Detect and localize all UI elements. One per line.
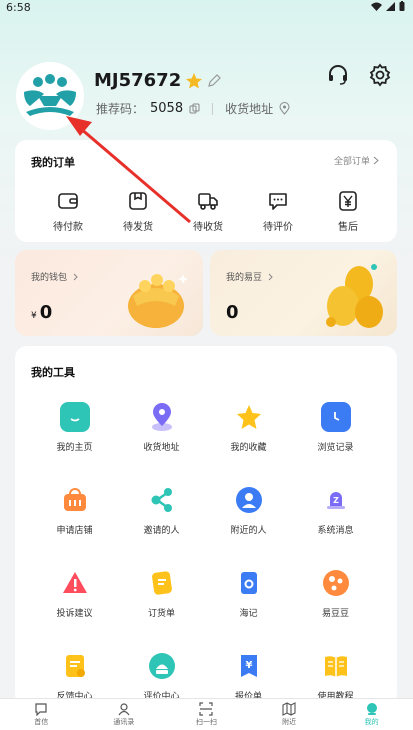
contacts-icon <box>118 703 130 716</box>
username: MJ57672 <box>94 70 182 91</box>
order-pending-payment[interactable]: 待付款 <box>33 190 103 233</box>
home-icon <box>59 402 90 432</box>
address-link[interactable]: 收货地址 <box>225 100 273 117</box>
tool-address[interactable]: 收货地址 <box>118 402 205 453</box>
referral-row: 推荐码： 5058 收货地址 <box>96 100 290 117</box>
tool-apply-shop[interactable]: 申请店铺 <box>31 485 118 536</box>
referral-code: 5058 <box>150 101 184 116</box>
share-icon <box>147 485 177 515</box>
star-icon <box>234 402 264 432</box>
customer-service-icon[interactable] <box>325 62 351 88</box>
warning-icon <box>60 568 90 598</box>
yen-icon <box>339 191 357 211</box>
scan-icon <box>199 702 214 716</box>
beans-card[interactable]: 我的易豆 0 <box>210 250 397 336</box>
me-icon <box>366 703 377 715</box>
tab-contacts[interactable]: 通讯录 <box>83 699 166 730</box>
tab-nearby[interactable]: 附近 <box>248 699 331 730</box>
comment-icon <box>269 193 287 210</box>
orders-title: 我的订单 <box>31 156 75 169</box>
review-icon <box>147 651 177 681</box>
order-label: 待发货 <box>123 222 153 233</box>
tool-invited[interactable]: 邀请的人 <box>118 485 205 536</box>
person-icon <box>234 485 264 515</box>
order-label: 待付款 <box>53 222 83 233</box>
tool-reviews[interactable]: 评价中心 <box>118 651 205 702</box>
tool-system-messages[interactable]: Z 系统消息 <box>292 485 379 536</box>
book-icon <box>321 651 351 681</box>
feedback-icon <box>60 651 90 681</box>
tab-messages[interactable]: 首信 <box>0 699 83 730</box>
order-label: 待评价 <box>263 222 293 233</box>
golden-beans-icon <box>326 264 383 328</box>
shop-icon <box>60 485 90 515</box>
wallet-card[interactable]: 我的钱包 ¥0 <box>15 250 203 336</box>
wallet-title: 我的钱包 <box>31 273 68 283</box>
tool-nearby[interactable]: 附近的人 <box>205 485 292 536</box>
tool-history[interactable]: 浏览记录 <box>292 402 379 453</box>
beans-title: 我的易豆 <box>226 273 263 283</box>
chevron-right-icon <box>373 156 379 165</box>
tool-yidoudou[interactable]: 易豆豆 <box>292 568 379 619</box>
edit-icon[interactable] <box>207 73 222 88</box>
tool-home[interactable]: 我的主页 <box>31 402 118 453</box>
tool-favorites[interactable]: 我的收藏 <box>205 402 292 453</box>
order-label: 待收货 <box>193 222 223 233</box>
settings-gear-icon[interactable] <box>367 62 393 88</box>
copy-icon[interactable] <box>189 103 200 114</box>
chevron-right-icon <box>268 273 273 280</box>
wallet-icon <box>58 193 78 209</box>
beans-amount: 0 <box>226 302 239 323</box>
status-bar: 6:58 <box>0 0 413 18</box>
order-after-sales[interactable]: 售后 <box>313 190 383 233</box>
location-icon <box>147 402 177 432</box>
quote-icon: ¥ <box>234 651 264 681</box>
tool-complaints[interactable]: 投诉建议 <box>31 568 118 619</box>
map-icon <box>282 702 296 716</box>
username-row: MJ57672 <box>94 70 222 91</box>
order-icon <box>147 568 177 598</box>
chat-icon <box>35 703 47 716</box>
tools-title: 我的工具 <box>31 366 75 379</box>
wallet-amount: ¥0 <box>31 302 53 323</box>
signal-icon <box>386 1 395 11</box>
avatar[interactable] <box>16 62 84 130</box>
tool-tutorial[interactable]: 使用教程 <box>292 651 379 702</box>
order-pending-review[interactable]: 待评价 <box>243 190 313 233</box>
orders-card: 我的订单 全部订单 待付款 待发货 待收货 待评价 售后 <box>15 140 397 242</box>
chevron-right-icon <box>73 273 78 280</box>
tool-notes[interactable]: 海记 <box>205 568 292 619</box>
svg-text:Z: Z <box>333 496 339 505</box>
tab-me[interactable]: 我的 <box>330 699 413 730</box>
package-icon <box>129 192 147 210</box>
tool-quotes[interactable]: ¥ 报价单 <box>205 651 292 702</box>
truck-icon <box>198 193 218 210</box>
clock-icon <box>320 402 351 432</box>
tools-card: 我的工具 我的主页 收货地址 我的收藏 浏览记录 申请店铺 邀请的人 附近的人 <box>15 346 397 706</box>
battery-icon <box>399 1 405 11</box>
tool-order-form[interactable]: 订货单 <box>118 568 205 619</box>
wifi-icon <box>371 2 382 11</box>
order-label: 售后 <box>338 222 358 233</box>
logo-icon <box>16 62 84 130</box>
tab-scan[interactable]: 扫一扫 <box>165 699 248 730</box>
tool-feedback[interactable]: 反馈中心 <box>31 651 118 702</box>
bean-icon <box>321 568 351 598</box>
status-time: 6:58 <box>6 1 31 14</box>
all-orders-link[interactable]: 全部订单 <box>334 154 379 167</box>
note-icon <box>234 568 264 598</box>
bottom-tab-bar: 首信 通讯录 扫一扫 附近 我的 <box>0 698 413 730</box>
order-pending-shipment[interactable]: 待发货 <box>103 190 173 233</box>
message-icon: Z <box>321 485 351 515</box>
location-pin-icon <box>279 102 290 115</box>
referral-label: 推荐码： <box>96 102 145 116</box>
coin-pouch-icon <box>128 274 188 328</box>
order-pending-receipt[interactable]: 待收货 <box>173 190 243 233</box>
svg-text:¥: ¥ <box>245 660 252 671</box>
star-badge-icon <box>186 72 203 88</box>
